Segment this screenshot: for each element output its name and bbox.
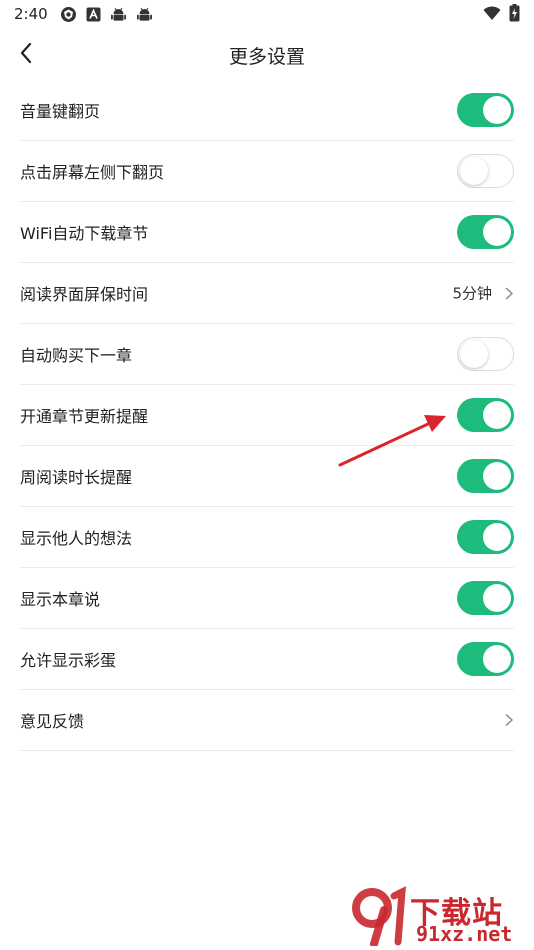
setting-value-link[interactable] xyxy=(504,713,514,727)
wifi-icon xyxy=(483,6,501,20)
setting-row[interactable]: 意见反馈 xyxy=(20,690,514,751)
setting-toggle[interactable] xyxy=(457,337,514,371)
setting-label: 阅读界面屏保时间 xyxy=(20,285,149,304)
setting-row: 开通章节更新提醒 xyxy=(20,385,514,446)
status-bar: 2:40 xyxy=(0,0,534,28)
setting-label: 显示他人的想法 xyxy=(20,529,133,548)
setting-toggle[interactable] xyxy=(457,520,514,554)
setting-label: WiFi自动下载章节 xyxy=(20,224,149,243)
setting-label: 周阅读时长提醒 xyxy=(20,468,133,487)
toggle-knob xyxy=(483,96,511,124)
toggle-knob xyxy=(483,218,511,246)
setting-toggle[interactable] xyxy=(457,398,514,432)
app-store-icon xyxy=(86,7,101,21)
header: 更多设置 xyxy=(0,28,534,80)
setting-row: WiFi自动下载章节 xyxy=(20,202,514,263)
toggle-knob xyxy=(460,157,488,185)
status-time: 2:40 xyxy=(14,5,48,23)
setting-row: 自动购买下一章 xyxy=(20,324,514,385)
setting-row: 周阅读时长提醒 xyxy=(20,446,514,507)
chevron-right-icon xyxy=(505,713,514,727)
setting-label: 允许显示彩蛋 xyxy=(20,651,117,670)
setting-toggle[interactable] xyxy=(457,459,514,493)
setting-value: 5分钟 xyxy=(452,284,492,303)
watermark-logo: 下载站 91xz.net xyxy=(348,886,528,946)
toggle-knob xyxy=(483,645,511,673)
battery-charging-icon xyxy=(509,4,520,22)
setting-value-link[interactable]: 5分钟 xyxy=(452,283,514,304)
watermark-domain: 91xz.net xyxy=(416,922,513,946)
setting-row[interactable]: 阅读界面屏保时间 5分钟 xyxy=(20,263,514,324)
setting-toggle[interactable] xyxy=(457,642,514,676)
android-icon xyxy=(136,7,152,21)
setting-row: 显示本章说 xyxy=(20,568,514,629)
toggle-knob xyxy=(483,401,511,429)
setting-row: 显示他人的想法 xyxy=(20,507,514,568)
vpn-icon xyxy=(60,6,76,22)
chevron-right-icon xyxy=(505,286,514,300)
setting-label: 点击屏幕左侧下翻页 xyxy=(20,163,165,182)
status-system-icons xyxy=(483,4,520,22)
setting-label: 音量键翻页 xyxy=(20,102,101,121)
status-notification-icons xyxy=(60,6,153,23)
watermark-91-icon xyxy=(352,886,406,946)
setting-toggle[interactable] xyxy=(457,154,514,188)
toggle-knob xyxy=(483,584,511,612)
setting-row: 音量键翻页 xyxy=(20,80,514,141)
setting-row: 允许显示彩蛋 xyxy=(20,629,514,690)
settings-list: 音量键翻页点击屏幕左侧下翻页 WiFi自动下载章节 阅读界面屏保时间 5分钟自动购买下… xyxy=(20,80,514,751)
toggle-knob xyxy=(483,523,511,551)
setting-toggle[interactable] xyxy=(457,215,514,249)
setting-label: 意见反馈 xyxy=(20,712,85,731)
toggle-knob xyxy=(483,462,511,490)
setting-label: 开通章节更新提醒 xyxy=(20,407,149,426)
setting-toggle[interactable] xyxy=(457,581,514,615)
toggle-knob xyxy=(460,340,488,368)
android-icon xyxy=(110,7,126,21)
setting-label: 显示本章说 xyxy=(20,590,101,609)
page-title: 更多设置 xyxy=(228,46,305,68)
setting-toggle[interactable] xyxy=(457,93,514,127)
setting-label: 自动购买下一章 xyxy=(20,346,133,365)
setting-row: 点击屏幕左侧下翻页 xyxy=(20,141,514,202)
